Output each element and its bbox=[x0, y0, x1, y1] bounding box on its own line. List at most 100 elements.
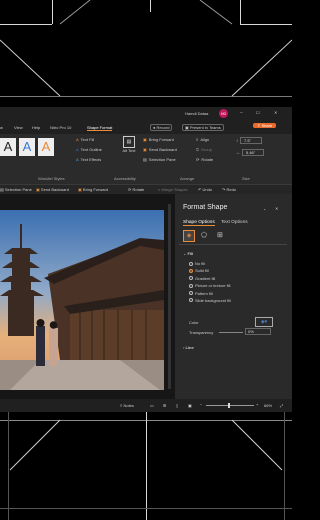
selection-pane-button[interactable]: ▤ Selection Pane bbox=[143, 157, 176, 162]
zoom-out-icon[interactable]: − bbox=[200, 402, 202, 407]
slideshow-icon[interactable]: ▣ bbox=[188, 403, 192, 408]
qat-send-backward[interactable]: ▣ Send Backward bbox=[36, 187, 69, 192]
alt-text-button[interactable]: ▤ Alt Text bbox=[120, 136, 138, 153]
fill-option-label: No fill bbox=[195, 261, 206, 266]
alt-text-label: Alt Text bbox=[122, 148, 136, 153]
tab-shape-options[interactable]: Shape Options bbox=[183, 220, 215, 226]
slide-photo[interactable] bbox=[0, 210, 164, 390]
bring-forward-button[interactable]: ▣ Bring Forward bbox=[143, 137, 174, 142]
notes-button[interactable]: ≡ Notes bbox=[120, 403, 134, 408]
transparency-slider[interactable] bbox=[219, 332, 243, 333]
radio-icon bbox=[189, 261, 193, 266]
qat-rotate[interactable]: ⟳ Rotate bbox=[128, 187, 144, 192]
arrange-group-label: Arrange bbox=[180, 176, 195, 181]
zoom-value[interactable]: 66% bbox=[264, 403, 272, 408]
present-label: Present in Teams bbox=[189, 125, 221, 130]
menu-bar: w View Help Nitro Pro 10 Shape Format ● … bbox=[0, 121, 292, 134]
wordart-style-blue[interactable]: A bbox=[19, 138, 35, 156]
text-effects-button[interactable]: A Text Effects bbox=[76, 157, 101, 162]
width-value[interactable]: 5.46" bbox=[242, 149, 264, 156]
maximize-icon[interactable]: ☐ bbox=[256, 110, 260, 115]
slide-scrollbar[interactable] bbox=[168, 204, 171, 389]
qat-merge-shapes[interactable]: ◐ Merge Shapes bbox=[158, 187, 188, 192]
menu-item-draw[interactable]: w bbox=[0, 125, 3, 130]
fill-option-solid-fill[interactable]: Solid fill bbox=[189, 268, 231, 273]
qat-bring-forward-icon: ▣ bbox=[78, 187, 82, 192]
fill-option-picture-fill[interactable]: Picture or texture fill bbox=[189, 283, 231, 288]
fill-option-label: Pattern fill bbox=[195, 290, 213, 296]
fill-option-label: Slide background fill bbox=[195, 297, 231, 303]
tab-shape-format[interactable]: Shape Format bbox=[87, 125, 113, 131]
wordart-style-orange[interactable]: A bbox=[38, 138, 54, 156]
wordart-gallery[interactable]: A A A bbox=[0, 138, 54, 156]
zoom-slider-thumb[interactable] bbox=[228, 403, 230, 408]
menu-item-nitro[interactable]: Nitro Pro 10 bbox=[50, 125, 71, 130]
pane-close-icon[interactable]: ✕ bbox=[275, 206, 278, 211]
rotate-button[interactable]: ⟳ Rotate bbox=[196, 157, 213, 162]
zoom-in-icon[interactable]: + bbox=[256, 402, 258, 407]
fill-option-slide-background[interactable]: Slide background fill bbox=[189, 298, 231, 303]
slide-sorter-icon[interactable]: ⊞ bbox=[163, 403, 166, 408]
text-outline-label: Text Outline bbox=[80, 147, 102, 152]
wordart-style-white[interactable]: A bbox=[0, 138, 16, 156]
avatar[interactable]: HD bbox=[219, 109, 228, 118]
qat-undo[interactable]: ↶ Undo bbox=[198, 187, 212, 192]
group-button[interactable]: ⧉ Group bbox=[196, 147, 212, 152]
qat-selection-pane[interactable]: ▤ Selection Pane bbox=[0, 187, 32, 192]
bring-forward-label: Bring Forward bbox=[148, 137, 174, 142]
color-picker-button[interactable]: ◈▾ bbox=[255, 317, 273, 327]
share-button[interactable]: ⇪ Share bbox=[253, 123, 277, 128]
fill-header-label: Fill bbox=[187, 251, 194, 256]
height-field[interactable]: ↕ 7.5" bbox=[236, 137, 262, 144]
zoom-slider[interactable] bbox=[206, 405, 254, 406]
fill-option-label: Solid fill bbox=[195, 268, 209, 274]
line-section-header[interactable]: › Line bbox=[183, 345, 194, 350]
fill-options-list: No fill Solid fill Gradient fill Picture… bbox=[189, 261, 231, 303]
size-group-label: Size bbox=[242, 176, 250, 181]
fill-option-pattern-fill[interactable]: Pattern fill bbox=[189, 291, 231, 296]
close-icon[interactable]: ✕ bbox=[274, 110, 277, 115]
powerpoint-window: Hamdi Dataa HD ─ ☐ ✕ w View Help Nitro P… bbox=[0, 107, 292, 412]
send-backward-button[interactable]: ▣ Send Backward bbox=[143, 147, 177, 152]
minimize-icon[interactable]: ─ bbox=[240, 110, 243, 115]
height-value[interactable]: 7.5" bbox=[240, 137, 262, 144]
effects-icon[interactable]: ⬠ bbox=[201, 231, 207, 239]
align-button[interactable]: ≡ Align bbox=[196, 137, 209, 142]
width-icon: ↔ bbox=[236, 150, 240, 155]
qat-redo[interactable]: ↷ Redo bbox=[222, 187, 236, 192]
reading-view-icon[interactable]: ▯ bbox=[176, 403, 178, 408]
fill-section-header[interactable]: ⌄ Fill bbox=[183, 251, 193, 256]
fill-line-icon[interactable]: ◈ bbox=[183, 230, 195, 242]
present-in-teams-button[interactable]: ▣ Present in Teams bbox=[182, 124, 224, 131]
text-outline-button[interactable]: A Text Outline bbox=[76, 147, 102, 152]
accessibility-group-label: Accessibility bbox=[114, 176, 136, 181]
size-properties-icon[interactable]: ⊞ bbox=[217, 231, 223, 239]
slide-canvas[interactable] bbox=[0, 194, 175, 399]
radio-icon bbox=[189, 298, 193, 303]
selection-pane-label: Selection Pane bbox=[148, 157, 176, 162]
ribbon: A A A A Text Fill A Text Outline A Text Eff… bbox=[0, 134, 292, 185]
tab-text-options[interactable]: Text Options bbox=[221, 220, 248, 225]
text-effects-label: Text Effects bbox=[80, 157, 102, 162]
fill-option-no-fill[interactable]: No fill bbox=[189, 261, 231, 266]
transparency-value[interactable]: 0% bbox=[245, 328, 271, 335]
menu-item-help[interactable]: Help bbox=[32, 125, 40, 130]
notes-label: Notes bbox=[123, 403, 134, 408]
bring-forward-icon: ▣ bbox=[143, 137, 147, 142]
qat-bring-forward-label: Bring Forward bbox=[82, 187, 109, 192]
record-button[interactable]: ● Record bbox=[150, 124, 173, 131]
line-header-label: Line bbox=[185, 345, 194, 350]
fill-option-gradient-fill[interactable]: Gradient fill bbox=[189, 276, 231, 281]
text-fill-button[interactable]: A Text Fill bbox=[76, 137, 94, 142]
qat-bring-forward[interactable]: ▣ Bring Forward bbox=[78, 187, 108, 192]
fill-option-label: Gradient fill bbox=[195, 275, 216, 281]
qat-redo-label: Redo bbox=[226, 187, 237, 192]
width-field[interactable]: ↔ 5.46" bbox=[236, 149, 264, 156]
qat-merge-shapes-label: Merge Shapes bbox=[161, 187, 188, 192]
fit-slide-icon[interactable]: ⤢ bbox=[280, 403, 283, 408]
menu-item-view[interactable]: View bbox=[14, 125, 23, 130]
pane-options-chevron-icon[interactable]: ⌄ bbox=[263, 206, 266, 211]
rotate-label: Rotate bbox=[201, 157, 214, 162]
group-label: Group bbox=[200, 147, 212, 152]
normal-view-icon[interactable]: ▭ bbox=[150, 403, 154, 408]
